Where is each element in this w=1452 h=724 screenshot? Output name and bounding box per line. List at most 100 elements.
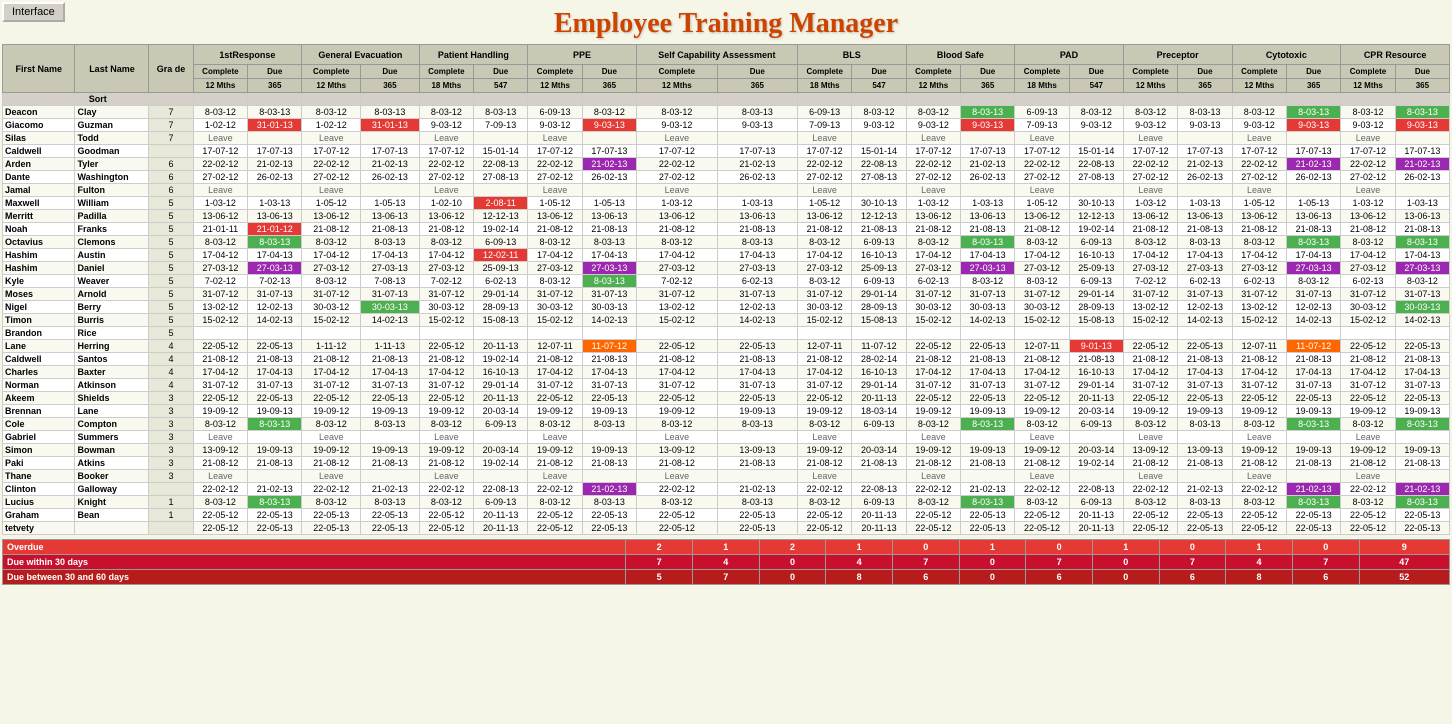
cell-complete: 31-07-12: [193, 288, 248, 301]
cell-due: 15-01-14: [474, 145, 528, 158]
cell-complete: 17-04-12: [1015, 249, 1070, 262]
cell-complete: 9-03-12: [528, 119, 583, 132]
cell-due: 31-01-13: [361, 119, 419, 132]
cell-complete: 21-08-12: [1123, 223, 1178, 236]
cell-due: 8-03-13: [248, 106, 302, 119]
cell-complete: 19-09-12: [1015, 405, 1070, 418]
cell-due: 18-03-14: [852, 405, 906, 418]
cell-complete: 8-03-12: [419, 236, 474, 249]
cell-complete: 17-07-12: [1341, 145, 1396, 158]
cell-firstname: Giacomo: [3, 119, 75, 132]
cell-due: 8-03-13: [1287, 418, 1341, 431]
cell-due: 20-11-13: [474, 392, 528, 405]
cell-due: 16-10-13: [1069, 366, 1123, 379]
cell-due: 8-03-13: [1395, 418, 1449, 431]
cell-complete: 21-08-12: [1015, 353, 1070, 366]
cell-complete: 17-07-12: [419, 145, 474, 158]
cell-complete: 22-05-12: [193, 522, 248, 535]
col-1stres-months: 12 Mths: [193, 79, 248, 93]
col-self-months: 12 Mths: [636, 79, 717, 93]
cell-due: 21-08-13: [361, 353, 419, 366]
cell-firstname: Arden: [3, 158, 75, 171]
cell-complete: 22-05-12: [636, 522, 717, 535]
cell-complete: 27-03-12: [636, 262, 717, 275]
interface-button[interactable]: Interface: [2, 2, 65, 22]
cell-leave: Leave: [1123, 431, 1178, 444]
cell-complete: 7-02-12: [1123, 275, 1178, 288]
cell-due: 22-05-13: [961, 340, 1015, 353]
cell-due: 29-01-14: [852, 379, 906, 392]
cell-firstname: Noah: [3, 223, 75, 236]
cell-lastname: Bowman: [75, 444, 149, 457]
cell-complete: 21-08-12: [1015, 457, 1070, 470]
col-ppe-months: 12 Mths: [528, 79, 583, 93]
cell-empty: [797, 327, 852, 340]
cell-due: 19-09-13: [961, 444, 1015, 457]
col-prec-due: Due: [1178, 65, 1232, 79]
cell-complete: 13-06-12: [1341, 210, 1396, 223]
col-self-complete: Complete: [636, 65, 717, 79]
cell-due: 17-04-13: [582, 249, 636, 262]
cell-due: 8-03-13: [961, 236, 1015, 249]
cell-due: 21-08-13: [582, 223, 636, 236]
cell-complete: 27-02-12: [193, 171, 248, 184]
cell-complete: 17-04-12: [1123, 366, 1178, 379]
cell-due: 29-01-14: [474, 288, 528, 301]
cell-complete: 19-09-12: [419, 405, 474, 418]
cell-leave: Leave: [1015, 470, 1070, 483]
cell-complete: 17-04-12: [636, 249, 717, 262]
cell-complete: 15-02-12: [636, 314, 717, 327]
cell-due: 19-02-14: [474, 223, 528, 236]
cell-due: 19-09-13: [961, 405, 1015, 418]
cell-leave: Leave: [302, 431, 361, 444]
cell-leave-empty: [717, 431, 797, 444]
cell-lastname: Franks: [75, 223, 149, 236]
cell-due: 17-07-13: [248, 145, 302, 158]
cell-due: 27-03-13: [361, 262, 419, 275]
cell-complete: 1-03-12: [636, 197, 717, 210]
cell-complete: 1-03-12: [1341, 197, 1396, 210]
table-row: OctaviusClemons58-03-128-03-138-03-128-0…: [3, 236, 1450, 249]
cell-complete: 22-02-12: [906, 483, 961, 496]
cell-complete: 6-09-13: [797, 106, 852, 119]
cell-due: 14-02-13: [582, 314, 636, 327]
col-genevac-complete: Complete: [302, 65, 361, 79]
cell-leave-empty: [474, 184, 528, 197]
cell-complete: 31-07-12: [528, 288, 583, 301]
cell-leave-empty: [1069, 470, 1123, 483]
table-row: KyleWeaver57-02-127-02-138-03-127-08-137…: [3, 275, 1450, 288]
cell-leave: Leave: [906, 431, 961, 444]
cell-lastname: Lane: [75, 405, 149, 418]
cell-complete: 22-02-12: [1232, 158, 1287, 171]
cell-complete: 22-02-12: [302, 158, 361, 171]
cell-complete: 27-03-12: [797, 262, 852, 275]
cell-complete: 8-03-12: [797, 275, 852, 288]
sort-label[interactable]: Sort: [3, 93, 194, 106]
cell-complete: 17-07-12: [193, 145, 248, 158]
cell-leave: Leave: [419, 470, 474, 483]
cell-due: 21-02-13: [361, 483, 419, 496]
table-wrapper[interactable]: First Name Last Name Gra de 1stResponse …: [2, 44, 1450, 535]
cell-firstname: Charles: [3, 366, 75, 379]
cell-due: 8-03-13: [1287, 106, 1341, 119]
cell-complete: 22-02-12: [797, 483, 852, 496]
cell-due: 31-07-13: [248, 288, 302, 301]
cell-due: 6-09-13: [1069, 275, 1123, 288]
col-1stres-complete: Complete: [193, 65, 248, 79]
cell-due: 17-07-13: [361, 145, 419, 158]
cell-empty: [852, 327, 906, 340]
cell-due: 8-03-13: [717, 106, 797, 119]
cell-leave-empty: [717, 470, 797, 483]
cell-due: 7-09-13: [474, 119, 528, 132]
cell-due: 22-08-13: [474, 483, 528, 496]
footer-between-label: Due between 30 and 60 days: [3, 570, 626, 585]
cell-firstname: Nigel: [3, 301, 75, 314]
footer-between-row: Due between 30 and 60 days 5 7 0 8 6 0 6…: [3, 570, 1450, 585]
cell-empty: [1287, 327, 1341, 340]
cell-complete: 8-03-12: [419, 106, 474, 119]
cell-due: 25-09-13: [474, 262, 528, 275]
cell-due: 8-03-13: [717, 418, 797, 431]
cell-leave-empty: [961, 132, 1015, 145]
cell-complete: 8-03-12: [1341, 496, 1396, 509]
cell-lastname: Bean: [75, 509, 149, 522]
